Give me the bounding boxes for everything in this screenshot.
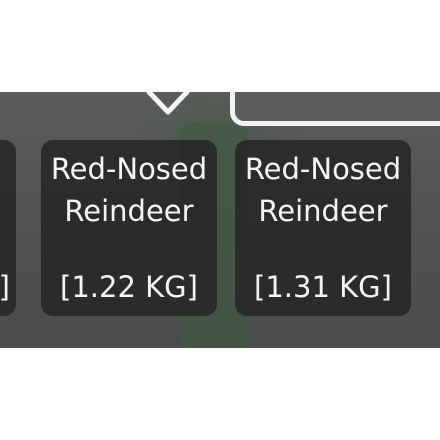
fed-button-label: Fed xyxy=(257,92,338,101)
inventory-slot[interactable]: Red-Nosed Reindeer [1.31 KG] xyxy=(235,140,411,316)
fed-button[interactable]: Fed xyxy=(230,92,440,126)
slot-item-name: Red-Nosed Reindeer xyxy=(50,152,208,228)
slot-item-weight: [1.31 KG] xyxy=(254,270,392,304)
inventory-slot[interactable]: Red-Nosed Reindeer [1.22 KG] xyxy=(41,140,217,316)
game-viewport: Fed ] Red-Nosed Reindeer [1.22 KG] Red-N… xyxy=(0,92,440,348)
slot-item-name: Red-Nosed Reindeer xyxy=(244,152,402,228)
slot-item-weight: [1.22 KG] xyxy=(60,270,198,304)
heart-icon[interactable] xyxy=(143,92,193,118)
slot-weight-partial: ] xyxy=(0,266,10,308)
inventory-slot-partial[interactable]: ] xyxy=(0,140,16,316)
